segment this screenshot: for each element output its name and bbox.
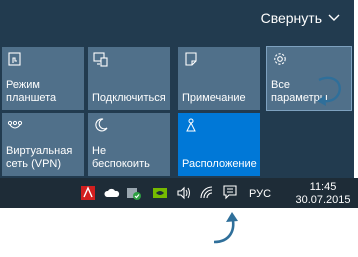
clock-date: 30.07.2015 [295,194,351,206]
clock-time: 11:45 [309,181,337,193]
tile-label: Расположение [182,158,257,170]
tile-label: Не беспокоить [92,145,150,170]
volume-icon[interactable] [176,185,192,201]
annotation-arrow-icon [213,212,238,244]
vpn-icon [7,117,23,133]
location-icon [183,117,199,133]
action-center-panel: Свернуть Режим планшета Подключиться При… [0,0,354,178]
tablet-mode-icon [7,51,23,67]
tile-label: Режим планшета [6,79,57,104]
collapse-label: Свернуть [260,10,322,26]
annotation-arrow-icon [317,76,341,106]
clock[interactable]: 11:45 30.07.2015 [288,181,358,207]
tile-label: Примечание [182,92,246,104]
tile-quiet-hours[interactable]: Не беспокоить [88,113,170,176]
tile-label: Подключиться [92,92,166,104]
nvidia-icon[interactable] [152,185,168,201]
wifi-icon[interactable] [199,185,215,201]
action-center-icon[interactable] [222,184,238,200]
chevron-down-icon [328,14,340,21]
onedrive-icon[interactable] [104,185,120,201]
gear-icon [272,51,288,67]
input-language-indicator[interactable]: РУС [249,188,271,200]
taskbar: РУС 11:45 30.07.2015 [0,178,358,208]
security-icon[interactable] [126,185,142,201]
tile-vpn[interactable]: Виртуальная сеть (VPN) [2,113,84,176]
tile-tablet-mode[interactable]: Режим планшета [2,47,84,110]
adobe-icon[interactable] [80,185,96,201]
tile-all-settings[interactable]: Все параметры [266,46,352,111]
note-icon [183,51,199,67]
tile-label: Виртуальная сеть (VPN) [6,145,73,170]
connect-icon [93,51,109,67]
moon-icon [93,117,109,133]
collapse-button[interactable]: Свернуть [261,10,340,26]
tile-note[interactable]: Примечание [178,47,260,110]
tile-connect[interactable]: Подключиться [88,47,170,110]
tile-location[interactable]: Расположение [178,113,260,176]
